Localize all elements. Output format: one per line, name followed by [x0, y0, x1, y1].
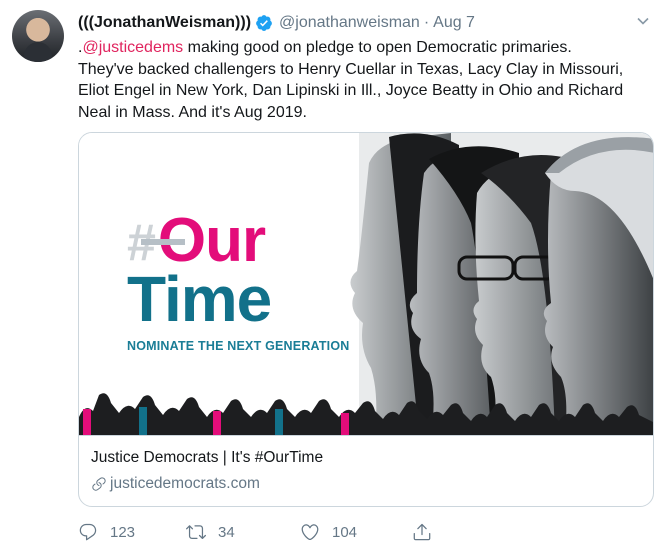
- tweet-line-4: Neal in Mass. And it's Aug 2019.: [78, 103, 307, 121]
- logo-time: Time: [127, 263, 272, 335]
- retweet-count: 34: [218, 523, 235, 541]
- card-url-text[interactable]: justicedemocrats.com: [110, 474, 260, 494]
- tweet-text: .@justicedems making good on pledge to o…: [78, 37, 653, 123]
- link-card[interactable]: # Our Time NOMINATE THE NEXT GENERATION …: [78, 132, 654, 507]
- card-image[interactable]: # Our Time NOMINATE THE NEXT GENERATION: [79, 133, 653, 435]
- tweet-line-1-rest: making good on pledge to open Democratic…: [183, 39, 572, 56]
- handle[interactable]: @jonathanweisman: [279, 14, 420, 32]
- retweet-icon: [186, 525, 206, 540]
- tweet[interactable]: (((JonathanWeisman))) @jonathanweisman ·…: [0, 0, 661, 556]
- verified-badge-icon: [256, 15, 272, 31]
- display-name[interactable]: (((JonathanWeisman))): [78, 14, 251, 32]
- ourtime-logo: # Our Time NOMINATE THE NEXT GENERATION: [127, 210, 350, 354]
- share-icon: [413, 523, 431, 541]
- chevron-down-icon[interactable]: [636, 14, 650, 28]
- like-button[interactable]: 104: [300, 518, 357, 546]
- tweet-actions: 123 34 104: [78, 518, 578, 546]
- share-button[interactable]: [412, 518, 444, 546]
- tweet-line-3: Eliot Engel in New York, Dan Lipinski in…: [78, 82, 624, 99]
- logo-tagline: NOMINATE THE NEXT GENERATION: [127, 339, 350, 353]
- reply-icon: [79, 523, 97, 541]
- tweet-line-2: They've backed challengers to Henry Cuel…: [78, 60, 624, 78]
- tweet-date[interactable]: Aug 7: [433, 14, 475, 32]
- tweet-line-1: .@justicedems making good on pledge to o…: [78, 37, 653, 59]
- avatar[interactable]: [12, 10, 64, 62]
- reply-button[interactable]: 123: [78, 518, 135, 546]
- separator-dot: ·: [423, 14, 430, 31]
- link-icon: [92, 477, 106, 491]
- like-count: 104: [332, 523, 358, 541]
- card-url[interactable]: justicedemocrats.com: [91, 474, 643, 494]
- card-title[interactable]: Justice Democrats | It's #OurTime: [91, 448, 643, 468]
- card-body[interactable]: Justice Democrats | It's #OurTime justic…: [79, 435, 653, 506]
- mention-link[interactable]: @justicedems: [82, 39, 183, 56]
- retweet-button[interactable]: 34: [186, 518, 235, 546]
- tweet-header: (((JonathanWeisman))) @jonathanweisman ·…: [78, 12, 475, 34]
- reply-count: 123: [110, 523, 136, 541]
- heart-icon: [301, 524, 319, 541]
